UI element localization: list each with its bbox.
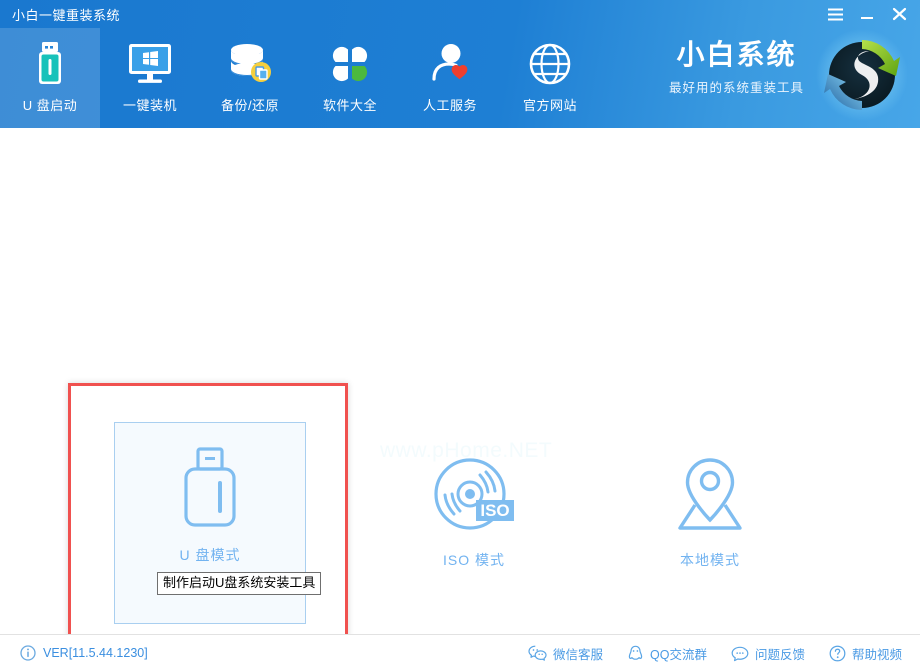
chat-bubble-icon <box>731 646 749 662</box>
database-backup-icon <box>226 38 274 90</box>
main-content: www.pHome.NET U 盘模式 <box>0 128 920 634</box>
wechat-icon <box>528 645 547 662</box>
brand-block: 小白系统 最好用的系统重装工具 <box>669 40 804 96</box>
mode-card-local[interactable]: 本地模式 <box>614 428 806 584</box>
nav-item-one-click-install[interactable]: 一键装机 <box>100 28 200 128</box>
nav-label: 软件大全 <box>323 95 377 114</box>
footer-link-label: 问题反馈 <box>755 644 805 663</box>
recycle-arrows-logo <box>814 27 910 123</box>
title-bar: 小白一键重装系统 <box>0 0 920 28</box>
question-mark-icon <box>829 645 846 662</box>
qq-penguin-icon <box>627 645 644 663</box>
version-text: VER[11.5.44.1230] <box>43 646 148 660</box>
map-pin-icon <box>664 446 756 542</box>
nav-label: 备份/还原 <box>221 95 279 114</box>
close-button[interactable] <box>884 1 914 27</box>
nav-item-human-service[interactable]: 人工服务 <box>400 28 500 128</box>
window-title: 小白一键重装系统 <box>12 5 120 24</box>
main-nav: U 盘启动 一键装机 <box>0 28 600 128</box>
nav-item-usb-boot[interactable]: U 盘启动 <box>0 28 100 128</box>
clover-apps-icon <box>327 38 373 90</box>
mode-list: U 盘模式 <box>0 128 920 634</box>
hamburger-icon <box>828 8 843 21</box>
app-window: 小白一键重装系统 <box>0 0 920 670</box>
footer-link-qq-group[interactable]: QQ交流群 <box>627 644 707 663</box>
mode-label: 本地模式 <box>680 550 740 570</box>
nav-label: 官方网站 <box>523 95 577 114</box>
app-footer: VER[11.5.44.1230] 微信客服 <box>0 634 920 670</box>
footer-link-feedback[interactable]: 问题反馈 <box>731 644 805 663</box>
svg-text:ISO: ISO <box>480 501 509 520</box>
monitor-windows-icon <box>126 38 174 90</box>
footer-link-label: QQ交流群 <box>650 644 707 663</box>
minimize-icon <box>860 8 874 21</box>
globe-icon <box>527 38 573 90</box>
person-heart-icon <box>427 38 473 90</box>
mode-label: U 盘模式 <box>180 545 241 565</box>
footer-link-help-video[interactable]: 帮助视频 <box>829 644 902 663</box>
version-label: VER[11.5.44.1230] <box>20 645 148 661</box>
close-icon <box>892 7 907 21</box>
usb-outline-icon <box>171 441 249 537</box>
window-controls <box>820 0 914 28</box>
brand-tagline: 最好用的系统重装工具 <box>669 77 804 96</box>
tooltip: 制作启动U盘系统安装工具 <box>157 572 321 595</box>
footer-link-wechat[interactable]: 微信客服 <box>528 644 603 663</box>
nav-item-software-library[interactable]: 软件大全 <box>300 28 400 128</box>
nav-label: 一键装机 <box>123 95 177 114</box>
mode-label: ISO 模式 <box>443 550 505 570</box>
footer-links: 微信客服 QQ交流群 问题反馈 <box>528 644 902 663</box>
iso-disc-icon: ISO <box>426 446 522 542</box>
nav-item-backup-restore[interactable]: 备份/还原 <box>200 28 300 128</box>
minimize-button[interactable] <box>852 1 882 27</box>
mode-card-iso[interactable]: ISO ISO 模式 <box>378 428 570 584</box>
menu-button[interactable] <box>820 1 850 27</box>
app-header: 小白一键重装系统 <box>0 0 920 128</box>
brand-name: 小白系统 <box>669 40 804 71</box>
nav-item-official-site[interactable]: 官方网站 <box>500 28 600 128</box>
usb-drive-icon <box>30 38 70 90</box>
nav-label: U 盘启动 <box>23 95 78 114</box>
footer-link-label: 帮助视频 <box>852 644 902 663</box>
nav-label: 人工服务 <box>423 95 477 114</box>
info-icon <box>20 645 36 661</box>
footer-link-label: 微信客服 <box>553 644 603 663</box>
